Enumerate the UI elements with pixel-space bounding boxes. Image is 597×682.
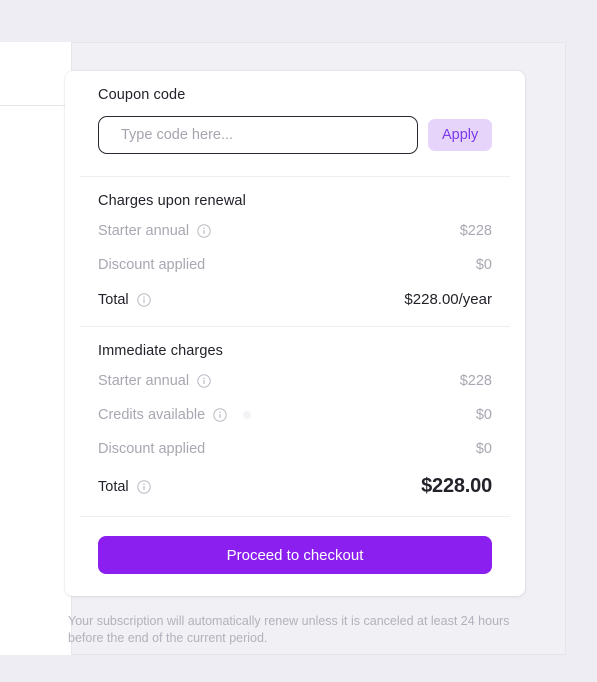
line-item: Discount applied $0 — [98, 257, 492, 273]
renewal-total-label: Total — [98, 291, 129, 308]
checkout-section: Proceed to checkout — [98, 517, 492, 596]
coupon-row: Apply — [98, 116, 492, 154]
charges-upon-renewal-section: Charges upon renewal Starter annual $228 — [98, 177, 492, 326]
line-item: Starter annual $228 — [98, 223, 492, 239]
line-item-left: Discount applied — [98, 441, 205, 457]
coupon-section: Coupon code Apply — [98, 71, 492, 176]
left-side-panel — [0, 42, 72, 655]
line-item-value: $0 — [475, 441, 492, 457]
line-item-label: Discount applied — [98, 441, 206, 457]
renewal-total-row: Total $228.00/year — [98, 291, 492, 308]
line-item-value: $0 — [475, 257, 492, 273]
line-item-label: Discount applied — [98, 257, 206, 273]
immediate-section-title: Immediate charges — [98, 343, 224, 359]
line-item-left: Starter annual — [98, 223, 211, 239]
apply-coupon-button[interactable]: Apply — [428, 119, 492, 151]
renewal-total-value: $228.00/year — [404, 291, 492, 308]
info-circle-icon[interactable] — [136, 292, 151, 307]
line-item-left: Total — [98, 292, 151, 308]
immediate-total-label: Total — [98, 478, 129, 495]
line-item-left: Total — [98, 479, 151, 495]
info-circle-icon[interactable] — [197, 224, 211, 238]
line-item: Credits available $0 — [98, 407, 492, 423]
line-item-left: Starter annual — [98, 373, 211, 389]
info-circle-icon[interactable] — [136, 479, 151, 494]
subscription-renewal-note: Your subscription will automatically ren… — [68, 614, 510, 645]
coupon-code-input[interactable] — [98, 116, 418, 154]
line-item-value: $228 — [459, 223, 492, 239]
line-item-label: Credits available — [98, 407, 206, 423]
immediate-total-value: $228.00 — [421, 475, 492, 497]
info-circle-icon[interactable] — [213, 408, 227, 422]
line-item: Discount applied $0 — [98, 441, 492, 457]
info-circle-icon[interactable] — [197, 374, 211, 388]
coupon-code-label: Coupon code — [98, 87, 186, 103]
immediate-total-row: Total $228.00 — [98, 475, 492, 498]
renewal-section-title: Charges upon renewal — [98, 193, 246, 209]
checkout-page: Coupon code Apply Charges upon renewal S… — [0, 0, 597, 682]
line-item-label: Starter annual — [98, 223, 190, 239]
line-item-left: Discount applied — [98, 257, 205, 273]
immediate-charges-section: Immediate charges Starter annual $228 Cr… — [98, 327, 492, 516]
line-item-value: $228 — [459, 373, 492, 389]
left-panel-divider — [0, 105, 72, 106]
proceed-to-checkout-button[interactable]: Proceed to checkout — [98, 536, 492, 574]
line-item: Starter annual $228 — [98, 373, 492, 389]
line-item-label: Starter annual — [98, 373, 190, 389]
cursor-artifact — [243, 411, 252, 419]
line-item-left: Credits available — [98, 407, 252, 423]
billing-summary-card: Coupon code Apply Charges upon renewal S… — [65, 71, 525, 596]
line-item-value: $0 — [475, 407, 492, 423]
